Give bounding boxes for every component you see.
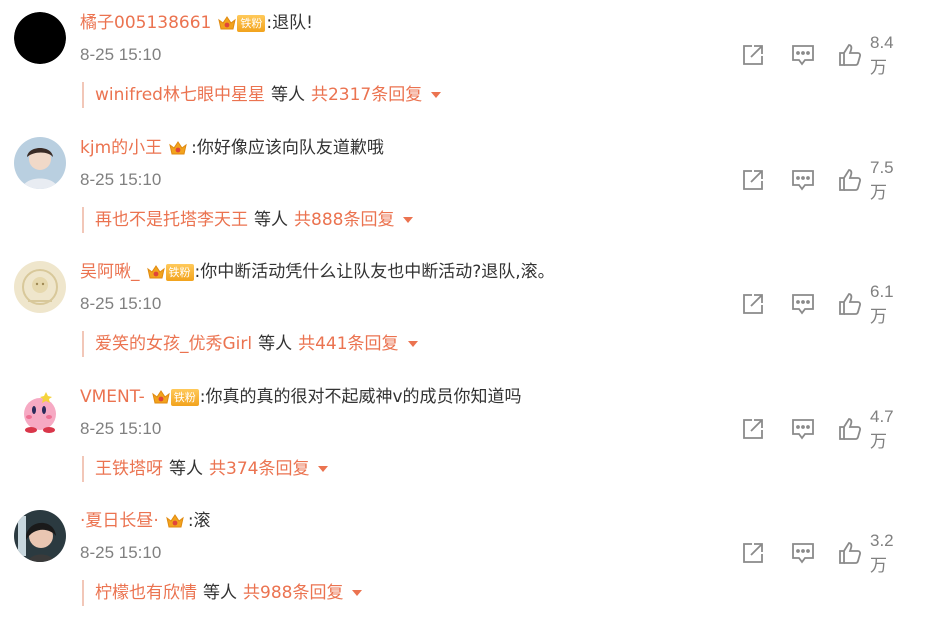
username-link[interactable]: VMENT- (80, 384, 145, 410)
like-button[interactable]: 6.1万 (838, 282, 894, 326)
comment-text: :退队! (266, 13, 313, 33)
comment-text: :你中断活动凭什么让队友也中断活动?退队,滚。 (194, 262, 555, 282)
like-count: 8.4万 (870, 32, 894, 77)
comment-time: 8-25 15:10 (80, 170, 162, 189)
comment-header: ·夏日长昼· :滚 (80, 508, 211, 534)
share-icon (740, 540, 766, 566)
reply-user[interactable]: winifred林七眼中星星 (95, 82, 265, 108)
reply-mid: 等人 (258, 334, 293, 354)
comment-text: :你真的真的很对不起威神v的成员你知道吗 (199, 387, 522, 407)
avatar[interactable] (14, 261, 66, 313)
comment-list: 橘子005138661 铁粉 :退队! 8-25 15:10 8.4万 wini… (0, 0, 942, 619)
reply-total[interactable]: 共441条回复 (298, 331, 398, 357)
comment-icon (790, 167, 816, 193)
share-button[interactable] (740, 289, 766, 319)
share-button[interactable] (740, 538, 766, 568)
username-link[interactable]: ·夏日长昼· (80, 508, 159, 534)
comment-header: 橘子005138661 铁粉 :退队! (80, 10, 313, 36)
comment-text: :你好像应该向队友道歉哦 (191, 138, 384, 158)
comment-time: 8-25 15:10 (80, 294, 162, 313)
comment-time: 8-25 15:10 (80, 419, 162, 438)
avatar[interactable] (14, 510, 66, 562)
thumbs-up-icon (838, 167, 862, 193)
like-button[interactable]: 7.5万 (838, 158, 894, 202)
reply-button[interactable] (790, 40, 816, 70)
comment-item: VMENT- 铁粉 :你真的真的很对不起威神v的成员你知道吗 8-25 15:1… (0, 374, 942, 498)
reply-total[interactable]: 共988条回复 (243, 580, 343, 606)
thumbs-up-icon (838, 291, 862, 317)
reply-user[interactable]: 再也不是托塔李天王 (95, 207, 248, 233)
crown-icon (151, 388, 171, 406)
share-icon (740, 42, 766, 68)
reply-summary[interactable]: 柠檬也有欣情 等人 共988条回复 (82, 580, 363, 606)
comment-icon (790, 416, 816, 442)
comment-icon (790, 42, 816, 68)
caret-down-icon[interactable] (402, 216, 414, 224)
crown-icon (146, 263, 166, 281)
reply-button[interactable] (790, 289, 816, 319)
comment-icon (790, 291, 816, 317)
reply-button[interactable] (790, 538, 816, 568)
fan-badge: 铁粉 (165, 263, 194, 281)
like-count: 7.5万 (870, 157, 894, 202)
comment-time: 8-25 15:10 (80, 543, 162, 562)
share-icon (740, 167, 766, 193)
reply-total[interactable]: 共374条回复 (209, 456, 309, 482)
share-icon (740, 416, 766, 442)
reply-total[interactable]: 共888条回复 (294, 207, 394, 233)
reply-summary[interactable]: 再也不是托塔李天王 等人 共888条回复 (82, 207, 414, 233)
comment-item: 吴阿啾_ 铁粉 :你中断活动凭什么让队友也中断活动?退队,滚。 8-25 15:… (0, 249, 942, 373)
crown-icon (168, 139, 188, 157)
comment-header: kjm的小王 :你好像应该向队友道歉哦 (80, 135, 384, 161)
reply-mid: 等人 (270, 85, 305, 105)
caret-down-icon[interactable] (407, 340, 419, 348)
comment-text: :滚 (187, 511, 211, 531)
like-count: 4.7万 (870, 406, 894, 451)
comment-item: kjm的小王 :你好像应该向队友道歉哦 8-25 15:10 7.5万 再也不是… (0, 125, 942, 249)
like-button[interactable]: 4.7万 (838, 407, 894, 451)
reply-summary[interactable]: winifred林七眼中星星 等人 共2317条回复 (82, 82, 442, 108)
avatar[interactable] (14, 12, 66, 64)
avatar[interactable] (14, 137, 66, 189)
username-link[interactable]: 橘子005138661 (80, 10, 211, 36)
crown-icon (165, 512, 185, 530)
thumbs-up-icon (838, 416, 862, 442)
like-button[interactable]: 8.4万 (838, 33, 894, 77)
reply-button[interactable] (790, 165, 816, 195)
reply-summary[interactable]: 王铁塔呀 等人 共374条回复 (82, 456, 329, 482)
reply-mid: 等人 (169, 459, 203, 479)
reply-user[interactable]: 爱笑的女孩_优秀Girl (95, 331, 252, 357)
like-button[interactable]: 3.2万 (838, 531, 894, 575)
comment-item: ·夏日长昼· :滚 8-25 15:10 3.2万 柠檬也有欣情 等人 共988… (0, 498, 942, 619)
fan-badge: 铁粉 (237, 14, 266, 32)
reply-mid: 等人 (254, 210, 288, 230)
fan-badge: 铁粉 (170, 388, 199, 406)
reply-user[interactable]: 王铁塔呀 (95, 456, 163, 482)
caret-down-icon[interactable] (430, 91, 442, 99)
share-button[interactable] (740, 40, 766, 70)
reply-summary[interactable]: 爱笑的女孩_优秀Girl 等人 共441条回复 (82, 331, 419, 357)
like-count: 6.1万 (870, 281, 894, 326)
reply-total[interactable]: 共2317条回复 (311, 82, 422, 108)
caret-down-icon[interactable] (317, 465, 329, 473)
crown-icon (217, 14, 237, 32)
like-count: 3.2万 (870, 530, 894, 575)
username-link[interactable]: kjm的小王 (80, 135, 162, 161)
comment-time: 8-25 15:10 (80, 45, 162, 64)
comment-icon (790, 540, 816, 566)
caret-down-icon[interactable] (351, 589, 363, 597)
share-icon (740, 291, 766, 317)
share-button[interactable] (740, 165, 766, 195)
reply-mid: 等人 (203, 583, 237, 603)
username-link[interactable]: 吴阿啾_ (80, 259, 140, 285)
comment-item: 橘子005138661 铁粉 :退队! 8-25 15:10 8.4万 wini… (0, 0, 942, 124)
comment-header: VMENT- 铁粉 :你真的真的很对不起威神v的成员你知道吗 (80, 384, 522, 410)
comment-header: 吴阿啾_ 铁粉 :你中断活动凭什么让队友也中断活动?退队,滚。 (80, 259, 555, 285)
thumbs-up-icon (838, 42, 862, 68)
thumbs-up-icon (838, 540, 862, 566)
reply-button[interactable] (790, 414, 816, 444)
reply-user[interactable]: 柠檬也有欣情 (95, 580, 197, 606)
share-button[interactable] (740, 414, 766, 444)
avatar[interactable] (14, 386, 66, 438)
